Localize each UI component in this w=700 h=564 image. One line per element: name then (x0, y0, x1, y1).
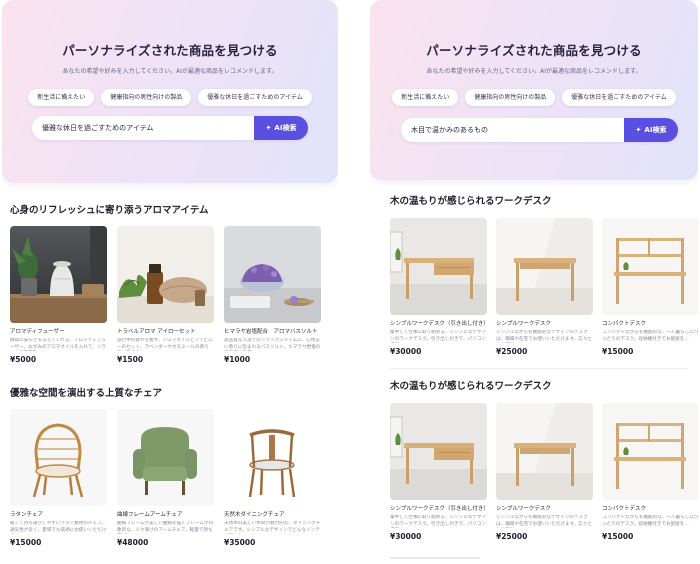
hero-subtitle: あなたの希望や好みを入力してください。AIが最適な商品をレコメンドします。 (62, 68, 278, 75)
product-name: シンプルワークデスク（引き出し付き） (390, 506, 487, 512)
product-image (117, 226, 214, 323)
search-bar: 優雅な休日を過ごすためのアイテム ✦ AI検索 (32, 116, 308, 140)
suggestion-chip[interactable]: 新生活に備えたい (28, 89, 95, 106)
product-price: ¥35000 (224, 538, 256, 547)
product-card[interactable]: 天然木ダイニングチェア 天然木の美しい木目が魅力的な、ダイニングチェアです。シン… (224, 409, 321, 547)
suggestion-chip[interactable]: 優雅な休日を過ごすためのアイテム (562, 89, 676, 106)
product-price: ¥25000 (496, 347, 528, 356)
product-list: アロマディフューザー 静寂に安らぎを与えてくれる、アロマディフューザー。おがみの… (10, 226, 321, 364)
product-description: シンプルながらも機能的なデザインのデスクは、職場や在宅でお使いいただけます。広々… (496, 330, 593, 342)
product-card[interactable]: ラタンチェア 軽くて持ち運びしやすいラタン素材のチェア。通気性が良く、夏場でも快… (10, 409, 107, 547)
product-description: 静寂に安らぎを与えてくれる、アロマディフューザー。おがみのアロマオイルを入れて、… (10, 338, 106, 350)
search-input[interactable]: 木目で温かみのあるもの (411, 118, 601, 142)
suggestion-chips: 新生活に備えたい 健康指向の男性向けの製品 優雅な休日を過ごすためのアイテム (2, 89, 338, 106)
hero-subtitle: あなたの希望や好みを入力してください。AIが最適な商品をレコメンドします。 (426, 68, 642, 75)
product-price: ¥30000 (390, 532, 422, 541)
product-description: コンパクトながらも機能的な、一人暮らしにぴったりのデスク。収納棚付きでお部屋を… (602, 515, 698, 527)
product-image (496, 403, 593, 500)
product-image (117, 409, 214, 506)
product-price: ¥25000 (496, 532, 528, 541)
product-list: シンプルワークデスク（引き出し付き） 集中して仕事に取り組める、シンプルなデザイ… (390, 403, 698, 541)
scroll-indicator (390, 557, 480, 559)
ai-search-button[interactable]: ✦ AI検索 (624, 118, 678, 142)
product-card[interactable]: シンプルワークデスク（引き出し付き） 集中して仕事に取り組める、シンプルなデザイ… (390, 403, 487, 541)
product-name: 天然木ダイニングチェア (224, 512, 285, 518)
suggestion-chip[interactable]: 新生活に備えたい (392, 89, 459, 106)
product-list: シンプルワークデスク（引き出し付き） 集中して仕事に取り組める、シンプルなデザイ… (390, 218, 698, 356)
product-image (496, 218, 593, 315)
product-description: コンパクトながらも機能的な、一人暮らしにぴったりのデスク。収納棚付きでお部屋を… (602, 330, 698, 342)
product-price: ¥15000 (602, 347, 634, 356)
suggestion-chips: 新生活に備えたい 健康指向の男性向けの製品 優雅な休日を過ごすためのアイテム (370, 89, 698, 106)
product-name: ラタンチェア (10, 512, 44, 518)
hero-section: パーソナライズされた商品を見つける あなたの希望や好みを入力してください。AIが… (370, 0, 698, 180)
product-image (390, 218, 487, 315)
product-card[interactable]: ヒマラヤ岩塩配合 アロマバスソルト 高品質な入浴でのリラックスタイムに、心地よい… (224, 226, 321, 364)
search-input[interactable]: 優雅な休日を過ごすためのアイテム (42, 116, 232, 140)
section-title: 木の温もりが感じられるワークデスク (390, 196, 552, 207)
product-price: ¥1500 (117, 355, 144, 364)
search-bar: 木目で温かみのあるもの ✦ AI検索 (401, 118, 678, 142)
ai-search-button[interactable]: ✦ AI検索 (254, 116, 308, 140)
suggestion-chip[interactable]: 優雅な休日を過ごすためのアイテム (198, 89, 312, 106)
product-description: 軽くて持ち運びしやすいラタン素材のチェア。通気性が良く、夏場でも快適にお使いいた… (10, 521, 107, 533)
product-price: ¥15000 (602, 532, 634, 541)
product-image (10, 226, 107, 323)
product-image (602, 218, 698, 315)
product-card[interactable]: アロマディフューザー 静寂に安らぎを与えてくれる、アロマディフューザー。おがみの… (10, 226, 107, 364)
product-list: ラタンチェア 軽くて持ち運びしやすいラタン素材のチェア。通気性が良く、夏場でも快… (10, 409, 321, 547)
left-panel: パーソナライズされた商品を見つける あなたの希望や好みを入力してください。AIが… (2, 0, 338, 564)
product-description: 高品質な入浴でのリラックスタイムに、心地よい香りに包まれるバスソルト。ヒマラヤ岩… (224, 338, 321, 350)
product-card[interactable]: シンプルワークデスク シンプルながらも機能的なデザインのデスクは、職場や在宅でお… (496, 403, 593, 541)
product-card[interactable]: シンプルワークデスク（引き出し付き） 集中して仕事に取り組める、シンプルなデザイ… (390, 218, 487, 356)
product-card[interactable]: コンパクトデスク コンパクトながらも機能的な、一人暮らしにぴったりのデスク。収納… (602, 218, 698, 356)
product-name: シンプルワークデスク (496, 506, 551, 512)
product-description: 曲線フレームが美しい曲線を描くフレームが印象的な、人々受けのアームチェア。軽量で… (117, 521, 214, 533)
suggestion-chip[interactable]: 健康指向の男性向けの製品 (465, 89, 556, 106)
product-price: ¥30000 (390, 347, 422, 356)
product-description: 旅行中の疲れを癒す、アロマオイルとアイピロ一のセット。ラベンダーやカモミールの香… (117, 338, 213, 350)
product-name: シンプルワークデスク（引き出し付き） (390, 321, 487, 327)
product-description: 集中して仕事に取り組める、シンプルなデザインのワークデスク。引き出し付きで、パソ… (390, 515, 487, 527)
product-price: ¥15000 (10, 538, 42, 547)
section-title: 木の温もりが感じられるワークデスク (390, 381, 552, 392)
section-title: 心身のリフレッシュに寄り添うアロマアイテム (10, 205, 209, 216)
product-price: ¥48000 (117, 538, 149, 547)
product-name: コンパクトデスク (602, 321, 647, 327)
sparkle-icon: ✦ (265, 124, 272, 132)
product-name: アロマディフューザー (10, 329, 65, 335)
product-image (602, 403, 698, 500)
product-image (10, 409, 107, 506)
product-card[interactable]: トラベルアロマ アイロ一セット 旅行中の疲れを癒す、アロマオイルとアイピロ一のセ… (117, 226, 214, 364)
product-name: コンパクトデスク (602, 506, 647, 512)
product-name: ヒマラヤ岩塩配合 アロマバスソルト (224, 329, 318, 335)
product-card[interactable]: シンプルワークデスク シンプルながらも機能的なデザインのデスクは、職場や在宅でお… (496, 218, 593, 356)
hero-section: パーソナライズされた商品を見つける あなたの希望や好みを入力してください。AIが… (2, 0, 338, 183)
section-title: 優雅な空間を演出する上質なチェア (10, 388, 163, 399)
product-name: シンプルワークデスク (496, 321, 551, 327)
product-name: 曲線フレームアームチェア (117, 512, 183, 518)
product-description: 天然木の美しい木目が魅力的な、ダイニングチェアです。シンプルなデザインでどんなイ… (224, 521, 321, 533)
suggestion-chip[interactable]: 健康指向の男性向けの製品 (101, 89, 192, 106)
page-title: パーソナライズされた商品を見つける (62, 43, 278, 58)
product-price: ¥1000 (224, 355, 251, 364)
product-name: トラベルアロマ アイロ一セット (117, 329, 196, 335)
sparkle-icon: ✦ (635, 126, 642, 134)
section-divider (390, 368, 688, 369)
product-card[interactable]: コンパクトデスク コンパクトながらも機能的な、一人暮らしにぴったりのデスク。収納… (602, 403, 698, 541)
product-image (224, 226, 321, 323)
product-card[interactable]: 曲線フレームアームチェア 曲線フレームが美しい曲線を描くフレームが印象的な、人々… (117, 409, 214, 547)
product-image (224, 409, 321, 506)
product-description: シンプルながらも機能的なデザインのデスクは、職場や在宅でお使いいただけます。広々… (496, 515, 593, 527)
product-price: ¥5000 (10, 355, 37, 364)
right-panel: パーソナライズされた商品を見つける あなたの希望や好みを入力してください。AIが… (370, 0, 698, 564)
page-title: パーソナライズされた商品を見つける (426, 43, 642, 58)
product-description: 集中して仕事に取り組める、シンプルなデザインのワークデスク。引き出し付きで、パソ… (390, 330, 487, 342)
product-image (390, 403, 487, 500)
